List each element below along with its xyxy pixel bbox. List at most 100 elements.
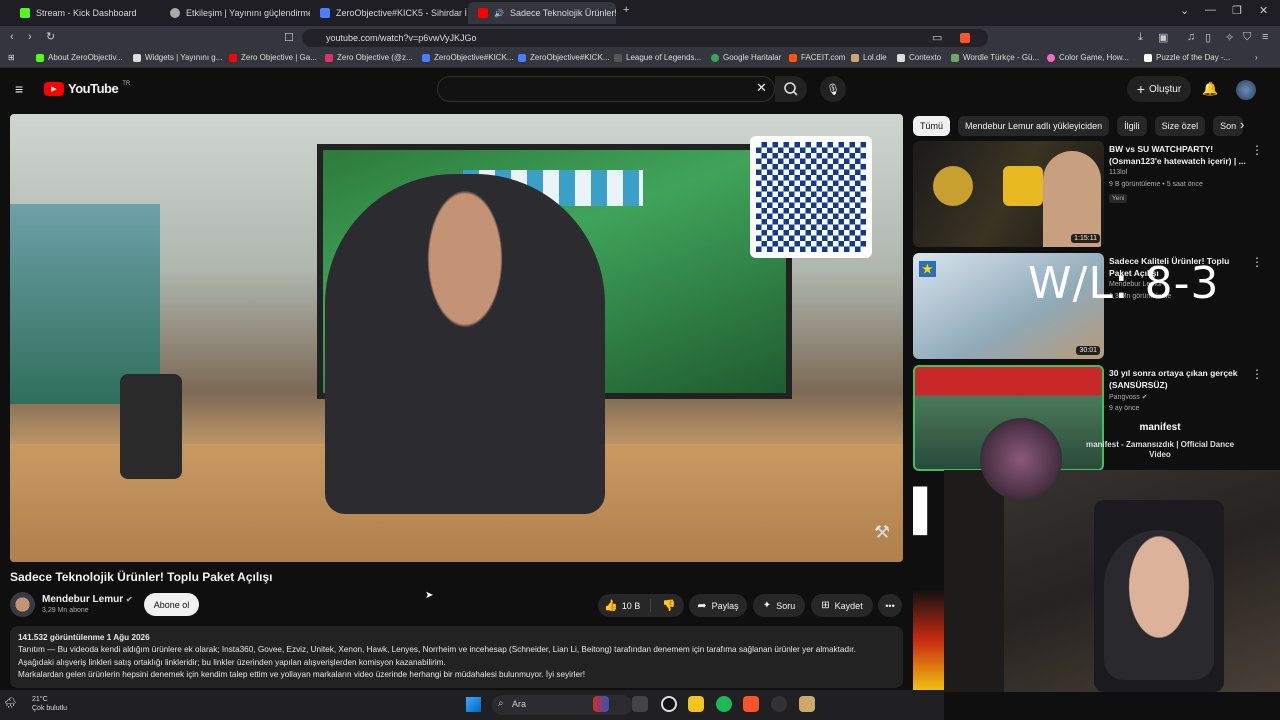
bookmark-item[interactable]: Zero Objective | Ga... [229, 53, 317, 62]
tab-zeroobjective[interactable]: ZeroObjective#KICK5 - Sihirdar İstatis [310, 2, 467, 24]
like-dislike-group: 👍 10 B 👎 [598, 594, 684, 617]
chip-from-uploader[interactable]: Mendebur Lemur adlı yükleyiciden [958, 116, 1110, 136]
more-icon[interactable]: ⋮ [1251, 255, 1263, 269]
search-button[interactable] [775, 76, 807, 102]
player-photo [1043, 151, 1101, 247]
url-field[interactable]: youtube.com/watch?v=p6vwVyJKJGo [302, 29, 988, 47]
maximize-button[interactable]: ❐ [1232, 4, 1242, 17]
channel-avatar[interactable] [10, 592, 35, 617]
minimize-button[interactable]: — [1205, 4, 1216, 16]
task-view-icon[interactable] [632, 696, 648, 712]
browser-tab-strip: Stream - Kick Dashboard Etkileşim | Yayı… [0, 0, 1280, 26]
duration-badge: 30:01 [1076, 346, 1100, 355]
bookmark-item[interactable]: Zero Objective (@z... [325, 53, 413, 62]
tab-etkilesim[interactable]: Etkileşim | Yayınını güçlendirmek için [160, 2, 310, 24]
video-thumbnail: 1:15:11 [913, 141, 1104, 247]
back-icon[interactable]: ‹ [10, 31, 14, 43]
cast-icon[interactable]: ▭ [932, 31, 942, 44]
bookmark-item[interactable]: Contexto [897, 53, 941, 62]
dislike-button[interactable]: 👎 [656, 599, 676, 612]
bookmark-item[interactable]: Color Game, How... [1047, 53, 1129, 62]
share-button[interactable]: ➦ Paylaş [689, 594, 747, 617]
clear-search-icon[interactable]: ✕ [756, 80, 767, 96]
bookmark-item[interactable]: FACEIT.com [789, 53, 845, 62]
video-meta: 9 B görüntüleme • 5 saat önce [1109, 181, 1203, 188]
like-button[interactable]: 👍 10 B [604, 599, 652, 612]
weather-widget[interactable]: 21°C Çok bulutlu [14, 695, 67, 713]
apps-icon[interactable]: ⊞ [8, 53, 15, 62]
plus-icon: + [1136, 81, 1145, 97]
description-box[interactable]: 141.532 görüntülenme 1 Ağu 2026 Tanıtım … [10, 626, 903, 688]
menu-icon[interactable]: ≡ [1262, 31, 1268, 43]
new-tab-button[interactable]: + [623, 4, 629, 16]
address-bar-row: ‹ › ↻ ☐ youtube.com/watch?v=p6vwVyJKJGo … [0, 26, 1280, 50]
download-icon[interactable]: ⤓ [1138, 31, 1143, 44]
bookmark-item[interactable]: Puzzle of the Day -... [1144, 53, 1230, 62]
tab-kick-dashboard[interactable]: Stream - Kick Dashboard [10, 2, 160, 24]
bookmark-item[interactable]: League of Legends... [614, 53, 701, 62]
bookmark-icon[interactable]: ☐ [284, 31, 294, 44]
brave-shield-icon[interactable] [960, 33, 970, 43]
tab-youtube-active[interactable]: 🔊 Sadece Teknolojik Ürünler! To ✕ [468, 2, 616, 24]
reload-icon[interactable]: ↻ [46, 30, 55, 43]
bookmark-item[interactable]: Lol.dle [851, 53, 887, 62]
speaker-icon: 🔊 [494, 8, 504, 18]
thumbs-up-icon: 👍 [604, 600, 618, 612]
taskbar-search[interactable]: ⌕ Ara [492, 695, 632, 715]
chip-recent[interactable]: Son [1213, 116, 1244, 136]
windows-start-icon[interactable] [466, 697, 481, 712]
more-icon[interactable]: ⋮ [1251, 367, 1263, 381]
youtube-logo[interactable]: ▶ YouTube TR [44, 81, 130, 96]
chip-for-you[interactable]: Size özel [1154, 116, 1206, 136]
bookmark-item[interactable]: Widgets | Yayınını g... [133, 53, 222, 62]
streamer-face [1104, 530, 1214, 680]
subscribe-button[interactable]: Abone ol [144, 593, 199, 616]
media-icon[interactable]: ♫ [1187, 31, 1195, 43]
bookmark-item[interactable]: Google Haritalar [711, 53, 781, 62]
video-player[interactable]: ⚒ [10, 114, 903, 562]
partial-thumbnail: ▌ [913, 478, 944, 588]
opgg-icon [422, 53, 430, 62]
bookmark-item[interactable]: About ZeroObjectiv... [36, 53, 123, 62]
sidebar-icon[interactable]: ▯ [1205, 31, 1211, 44]
album-art [980, 418, 1062, 500]
channel-name[interactable]: Mendebur Lemur ✔ [42, 594, 133, 605]
bookmark-item[interactable]: ZeroObjective#KICK... [422, 53, 514, 62]
more-icon: ••• [885, 600, 895, 611]
ask-button[interactable]: ✦ Soru [753, 594, 805, 617]
search-icon [784, 82, 798, 96]
shield-icon[interactable]: ⛉ [1243, 31, 1251, 44]
bell-icon[interactable]: 🔔 [1202, 81, 1218, 97]
hamburger-menu-icon[interactable]: ≡ [15, 81, 23, 97]
thumbnail-text-icon: ▌ [913, 488, 942, 532]
chevron-right-icon[interactable]: › [1240, 117, 1244, 132]
recommended-video[interactable]: 1:15:11 BW vs SU WATCHPARTY! (Osman123'e… [913, 141, 1273, 247]
close-window-button[interactable]: ✕ [1259, 4, 1268, 17]
now-playing-song: manifest - Zamansızdık | Official Dance … [1085, 440, 1235, 459]
file-explorer-icon[interactable] [688, 696, 704, 712]
create-button[interactable]: + Oluştur [1127, 76, 1191, 102]
forward-icon[interactable]: › [28, 31, 32, 43]
avatar[interactable] [1236, 80, 1256, 100]
search-input[interactable]: ✕ [437, 76, 775, 102]
brave-icon[interactable] [743, 696, 759, 712]
league-client-icon[interactable] [799, 696, 815, 712]
screenshot-icon[interactable]: ▣ [1158, 31, 1168, 44]
more-bookmarks-icon[interactable]: › [1255, 53, 1258, 62]
tab-list-icon[interactable]: ⌄ [1180, 4, 1189, 17]
voice-search-button[interactable]: 🎙 [820, 76, 846, 102]
app-icon[interactable] [593, 696, 609, 712]
github-icon[interactable] [661, 696, 677, 712]
more-actions-button[interactable]: ••• [878, 594, 902, 617]
bookmark-item[interactable]: ZeroObjective#KICK... [518, 53, 610, 62]
save-button[interactable]: ⊞ Kaydet [811, 594, 873, 617]
faceit-icon [789, 53, 797, 62]
spotify-icon[interactable] [716, 696, 732, 712]
more-icon[interactable]: ⋮ [1251, 143, 1263, 157]
chip-related[interactable]: İlgili [1117, 116, 1147, 136]
chip-all[interactable]: Tümü [913, 116, 951, 136]
verified-icon: ✔ [125, 595, 133, 604]
extensions-icon[interactable]: ✧ [1225, 31, 1234, 44]
obs-icon[interactable] [771, 696, 787, 712]
bookmark-item[interactable]: Wordle Türkçe - Gü... [951, 53, 1039, 62]
